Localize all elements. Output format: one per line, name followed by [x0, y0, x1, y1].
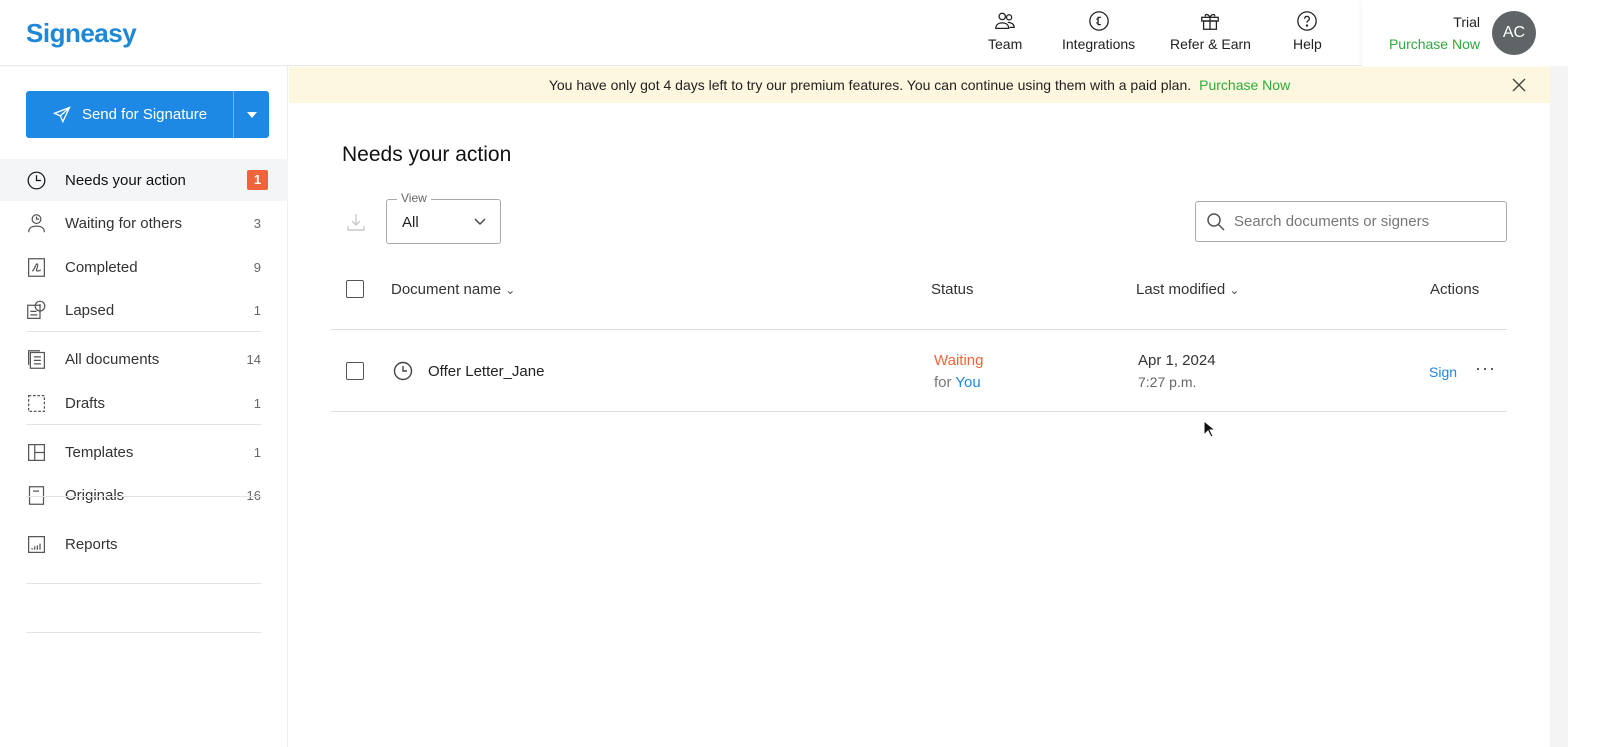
sidebar-item-label: Drafts	[65, 394, 106, 412]
documents-icon	[28, 349, 45, 369]
sidebar-item-needs-your-action[interactable]: Needs your action 1	[0, 159, 288, 201]
document-name[interactable]: Offer Letter_Jane	[428, 363, 544, 380]
signed-doc-icon	[28, 257, 45, 277]
col-actions: Actions	[1430, 281, 1480, 298]
view-select[interactable]: View All	[386, 191, 501, 244]
count-badge: 1	[247, 170, 268, 190]
caret-down-icon	[246, 111, 257, 118]
sidebar-item-label: All documents	[65, 350, 160, 368]
sidebar-item-label: Needs your action	[65, 171, 186, 189]
item-count: 1	[253, 444, 261, 460]
plan-label: Trial	[1453, 14, 1480, 30]
sidebar-item-waiting-for-others[interactable]: Waiting for others 3	[0, 202, 288, 244]
sidebar-item-label: Completed	[65, 258, 138, 276]
item-count: 1	[253, 302, 261, 318]
sidebar-item-drafts[interactable]: Drafts 1	[0, 382, 288, 424]
divider	[26, 632, 261, 633]
divider	[26, 424, 261, 425]
modified-time: 7:27 p.m.	[1138, 374, 1197, 390]
mouse-cursor-icon	[1203, 420, 1215, 438]
nav-integrations[interactable]: Integrations	[1062, 10, 1135, 52]
reports-icon	[28, 535, 45, 553]
nav-refer[interactable]: Refer & Earn	[1170, 10, 1251, 52]
row-checkbox[interactable]	[346, 362, 364, 380]
account-area: Trial Purchase Now AC	[1362, 0, 1568, 66]
modified-date: Apr 1, 2024	[1138, 352, 1216, 369]
sign-button[interactable]: Sign	[1429, 364, 1457, 380]
select-all-checkbox[interactable]	[346, 280, 364, 298]
drafts-icon	[28, 394, 45, 412]
banner-purchase-link[interactable]: Purchase Now	[1199, 77, 1290, 93]
item-count: 1	[253, 395, 261, 411]
integrations-icon	[1088, 11, 1109, 31]
search-icon	[1207, 212, 1225, 231]
send-main[interactable]: Send for Signature	[26, 91, 234, 138]
team-icon	[995, 12, 1015, 29]
trial-banner: You have only got 4 days left to try our…	[289, 67, 1550, 103]
sidebar-item-reports[interactable]: Reports	[0, 523, 288, 565]
purchase-now-link[interactable]: Purchase Now	[1389, 36, 1480, 52]
col-last-modified[interactable]: Last modified ⌄	[1136, 281, 1239, 298]
sidebar-item-label: Reports	[65, 535, 118, 553]
originals-icon	[28, 485, 45, 505]
sidebar-item-lapsed[interactable]: Lapsed 1	[0, 289, 288, 331]
clock-icon	[393, 361, 413, 381]
item-count: 16	[246, 487, 261, 503]
divider	[331, 411, 1507, 412]
sidebar: Send for Signature Needs your action 1 W…	[0, 66, 288, 747]
help-icon	[1297, 11, 1318, 31]
chevron-down-icon	[474, 218, 486, 225]
col-status: Status	[931, 281, 974, 298]
top-bar: Signeasy Team Integrations Refer & Earn …	[0, 0, 1568, 66]
item-count: 14	[246, 351, 261, 367]
sidebar-item-completed[interactable]: Completed 9	[0, 246, 288, 288]
item-count: 9	[253, 259, 261, 275]
divider	[26, 583, 261, 584]
clock-icon	[27, 171, 46, 189]
page-title: Needs your action	[342, 143, 512, 166]
logo[interactable]: Signeasy	[26, 18, 137, 49]
send-dropdown-button[interactable]	[234, 91, 269, 138]
item-count: 3	[253, 215, 261, 231]
download-icon[interactable]	[346, 212, 366, 232]
col-document-name[interactable]: Document name ⌄	[391, 281, 515, 298]
scrollbar[interactable]	[1550, 66, 1568, 747]
user-clock-icon	[28, 213, 45, 232]
gift-icon	[1201, 13, 1220, 30]
sidebar-item-label: Lapsed	[65, 301, 115, 319]
sidebar-item-originals[interactable]: Originals 16	[0, 474, 288, 516]
lapsed-icon	[27, 300, 46, 319]
close-icon[interactable]	[1510, 76, 1528, 94]
nav-help[interactable]: Help	[1293, 10, 1322, 52]
nav-team[interactable]: Team	[988, 10, 1022, 52]
sidebar-item-templates[interactable]: Templates 1	[0, 431, 288, 473]
more-options-icon[interactable]: ···	[1475, 358, 1496, 379]
sidebar-item-all-documents[interactable]: All documents 14	[0, 338, 288, 380]
search-input[interactable]: Search documents or signers	[1195, 201, 1507, 242]
avatar[interactable]: AC	[1492, 11, 1536, 55]
divider	[331, 329, 1507, 330]
divider	[26, 331, 261, 332]
status-badge: Waiting	[934, 352, 984, 369]
sidebar-item-label: Originals	[65, 486, 125, 504]
send-for-signature-button[interactable]: Send for Signature	[26, 91, 269, 138]
divider	[26, 496, 261, 497]
send-icon	[52, 105, 71, 123]
sidebar-item-label: Templates	[65, 443, 134, 461]
sidebar-item-label: Waiting for others	[65, 214, 182, 232]
templates-icon	[28, 443, 45, 461]
